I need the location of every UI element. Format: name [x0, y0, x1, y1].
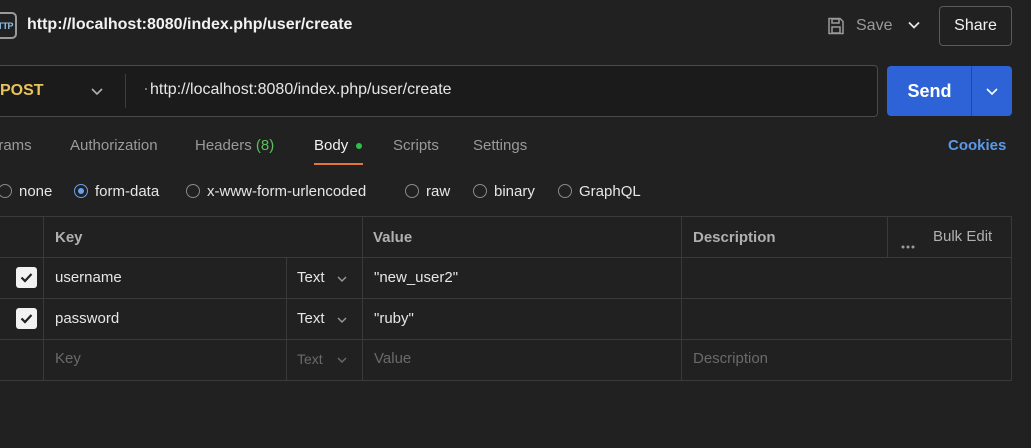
- table-column-divider: [681, 216, 682, 381]
- headers-count-badge: (8): [255, 137, 275, 154]
- param-value[interactable]: "new_user2": [374, 269, 458, 286]
- request-title[interactable]: http://localhost:8080/index.php/user/cre…: [27, 16, 352, 34]
- share-button[interactable]: Share: [939, 6, 1012, 46]
- chevron-down-icon: [986, 88, 998, 96]
- radio-graphql[interactable]: [558, 184, 572, 198]
- table-column-divider: [362, 216, 363, 381]
- send-options-button[interactable]: [972, 66, 1012, 116]
- new-key-input[interactable]: Key: [55, 350, 81, 367]
- radio-raw[interactable]: [405, 184, 419, 198]
- save-label: Save: [856, 17, 893, 34]
- new-type-select[interactable]: Text: [297, 351, 323, 367]
- table-header-border: [0, 257, 1012, 258]
- radio-none-label[interactable]: none: [19, 183, 52, 200]
- tab-headers[interactable]: Headers (8): [195, 137, 274, 154]
- table-column-divider: [43, 216, 44, 381]
- radio-graphql-label[interactable]: GraphQL: [579, 183, 641, 200]
- table-bottom-border: [0, 380, 1012, 381]
- more-options-icon[interactable]: [901, 236, 915, 249]
- row-checkbox[interactable]: [16, 308, 37, 329]
- http-request-icon: TTP: [0, 12, 17, 39]
- chevron-down-icon[interactable]: [335, 353, 349, 367]
- save-options-chevron-icon[interactable]: [905, 16, 923, 34]
- radio-form-data-label[interactable]: form-data: [95, 183, 159, 200]
- tab-headers-label: Headers: [195, 137, 252, 154]
- new-value-input[interactable]: Value: [374, 350, 411, 367]
- chevron-down-icon[interactable]: [335, 313, 349, 327]
- param-type-select[interactable]: Text: [297, 310, 325, 327]
- url-cursor-marker: [145, 88, 147, 90]
- radio-form-data[interactable]: [74, 184, 88, 198]
- send-button[interactable]: Send: [887, 66, 972, 116]
- cookies-link[interactable]: Cookies: [948, 137, 1006, 154]
- save-button[interactable]: Save: [826, 14, 892, 38]
- radio-raw-label[interactable]: raw: [426, 183, 450, 200]
- radio-binary-label[interactable]: binary: [494, 183, 535, 200]
- row-checkbox[interactable]: [16, 267, 37, 288]
- column-header-description: Description: [693, 229, 776, 246]
- table-row-border: [0, 339, 1012, 340]
- column-header-key: Key: [55, 229, 83, 246]
- radio-binary[interactable]: [473, 184, 487, 198]
- param-type-select[interactable]: Text: [297, 269, 325, 286]
- table-right-border: [1011, 216, 1012, 381]
- table-column-divider: [286, 257, 287, 381]
- table-row-border: [0, 298, 1012, 299]
- tab-body[interactable]: Body: [314, 137, 348, 154]
- tab-scripts[interactable]: Scripts: [393, 137, 439, 154]
- bulk-edit-button[interactable]: Bulk Edit: [933, 228, 992, 245]
- param-key[interactable]: username: [55, 269, 122, 286]
- tab-params[interactable]: arams: [0, 137, 32, 154]
- url-input[interactable]: http://localhost:8080/index.php/user/cre…: [150, 81, 452, 99]
- tab-settings[interactable]: Settings: [473, 137, 527, 154]
- checkmark-icon: [20, 273, 33, 283]
- chevron-down-icon[interactable]: [335, 272, 349, 286]
- param-value[interactable]: "ruby": [374, 310, 414, 327]
- table-top-border: [0, 216, 1012, 217]
- method-select[interactable]: POST: [0, 82, 44, 100]
- column-header-value: Value: [373, 229, 413, 246]
- active-tab-underline: [314, 163, 363, 165]
- body-modified-indicator: [356, 143, 362, 149]
- url-divider: [125, 74, 126, 108]
- table-column-divider: [887, 216, 888, 257]
- checkmark-icon: [20, 314, 33, 324]
- chevron-down-icon[interactable]: [89, 83, 105, 99]
- new-description-input[interactable]: Description: [693, 350, 768, 367]
- radio-none[interactable]: [0, 184, 12, 198]
- tab-authorization[interactable]: Authorization: [70, 137, 158, 154]
- radio-x-www-form-urlencoded[interactable]: [186, 184, 200, 198]
- save-icon: [828, 17, 844, 35]
- radio-x-www-form-urlencoded-label[interactable]: x-www-form-urlencoded: [207, 183, 366, 200]
- param-key[interactable]: password: [55, 310, 119, 327]
